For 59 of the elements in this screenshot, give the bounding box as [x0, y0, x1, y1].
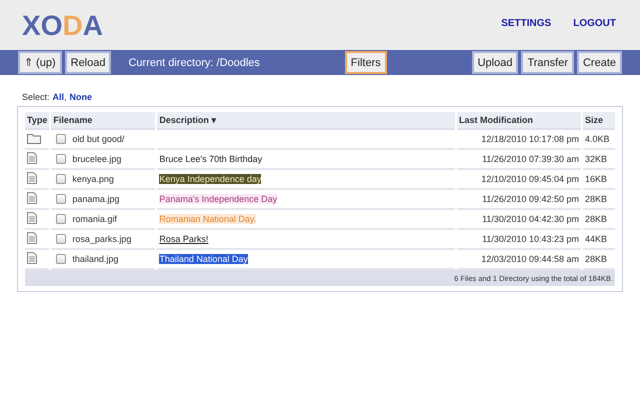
document-icon [27, 152, 37, 164]
modified-date: 11/30/2010 10:43:23 pm [482, 234, 579, 244]
current-directory: Current directory: /Doodles [128, 56, 260, 68]
file-size: 28KB [585, 194, 608, 204]
filters-button[interactable]: Filters [344, 51, 387, 74]
checkbox[interactable] [56, 234, 66, 244]
checkbox[interactable] [56, 134, 66, 144]
highlighted-description: Romanian National Day. [159, 214, 256, 224]
filename[interactable]: brucelee.jpg [72, 154, 122, 164]
select-link[interactable]: None [70, 92, 92, 102]
checkbox[interactable] [56, 174, 66, 184]
filename[interactable]: romania.gif [72, 214, 117, 224]
file-size: 32KB [585, 154, 608, 164]
column-header[interactable]: Last Modification [457, 112, 581, 130]
file-size: 44KB [585, 234, 608, 244]
modified-date: 12/03/2010 09:44:58 am [481, 254, 579, 264]
filename[interactable]: old but good/ [72, 134, 124, 144]
folder-icon [27, 132, 41, 144]
checkbox[interactable] [56, 154, 66, 164]
toolbar-button[interactable]: ⇑ (up) [18, 51, 62, 74]
document-icon [27, 212, 37, 224]
document-icon [27, 232, 37, 244]
column-header[interactable]: Filename [51, 112, 156, 130]
file-size: 16KB [585, 174, 608, 184]
modified-date: 11/26/2010 07:39:30 am [482, 154, 579, 164]
document-icon [27, 172, 37, 184]
checkbox[interactable] [56, 194, 66, 204]
toolbar-button[interactable]: Transfer [521, 51, 574, 74]
modified-date: 11/30/2010 04:42:30 pm [482, 214, 579, 224]
description-text: Rosa Parks! [159, 234, 208, 244]
file-size: 4.0KB [585, 134, 610, 144]
modified-date: 11/26/2010 09:42:50 pm [482, 194, 579, 204]
column-header[interactable]: Description ▾ [157, 112, 455, 130]
select-label: Select: [22, 92, 50, 102]
file-size: 28KB [585, 254, 608, 264]
toolbar-button[interactable]: Reload [64, 51, 112, 74]
toolbar-button[interactable]: Create [576, 51, 622, 74]
highlighted-description: Thailand National Day [159, 254, 248, 264]
checkbox[interactable] [56, 214, 66, 224]
nav-link[interactable]: LOGOUT [573, 18, 616, 28]
filename[interactable]: rosa_parks.jpg [72, 234, 132, 244]
separator: , [64, 92, 67, 102]
filename[interactable]: kenya.png [72, 174, 114, 184]
toolbar-button[interactable]: Upload [472, 51, 518, 74]
select-link[interactable]: All [52, 92, 64, 102]
filename[interactable]: thailand.jpg [72, 254, 118, 264]
document-icon [27, 192, 37, 204]
description-text: Bruce Lee's 70th Birthday [159, 154, 262, 164]
modified-date: 12/10/2010 09:45:04 pm [481, 174, 579, 184]
column-header[interactable]: Type [25, 112, 50, 130]
highlighted-description: Panama's Independence Day [159, 194, 278, 204]
checkbox[interactable] [56, 254, 66, 264]
document-icon [27, 252, 37, 264]
file-size: 28KB [585, 214, 608, 224]
column-header[interactable]: Size [583, 112, 615, 130]
logo: XODA [22, 10, 103, 42]
nav-link[interactable]: SETTINGS [501, 18, 552, 28]
modified-date: 12/18/2010 10:17:08 pm [481, 134, 579, 144]
filename[interactable]: panama.jpg [72, 194, 120, 204]
